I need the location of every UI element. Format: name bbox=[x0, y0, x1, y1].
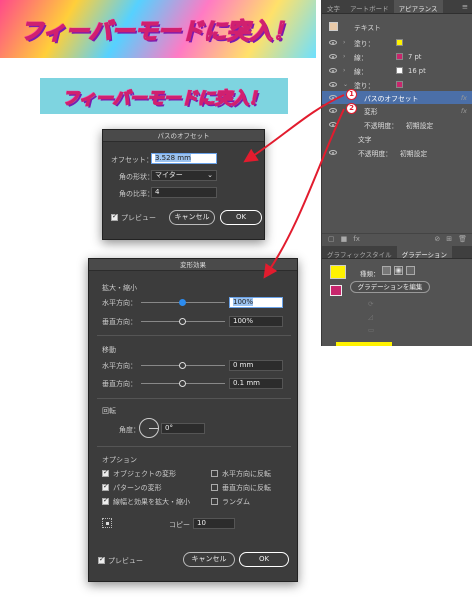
annotation-arrows bbox=[243, 94, 345, 279]
arrow-to-transform-dialog bbox=[263, 108, 345, 279]
arrow-to-offset-dialog bbox=[243, 94, 345, 163]
